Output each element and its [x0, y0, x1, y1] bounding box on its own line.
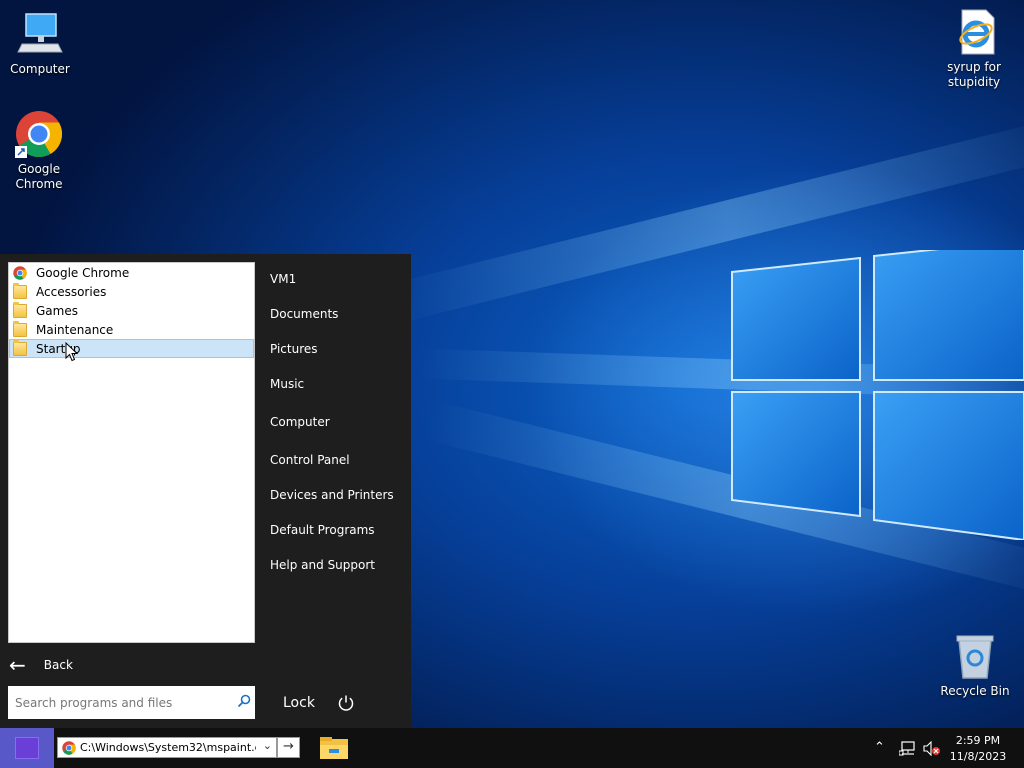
volume-muted-icon[interactable] — [923, 741, 941, 756]
chevron-down-icon[interactable]: ⌄ — [263, 739, 272, 752]
back-button[interactable]: ← Back — [8, 653, 255, 677]
search-icon[interactable] — [237, 694, 251, 708]
desktop-icon-recycle-bin[interactable]: Recycle Bin — [935, 632, 1015, 699]
computer-icon — [16, 10, 64, 58]
mouse-cursor-icon — [65, 342, 79, 362]
program-item-google-chrome[interactable]: Google Chrome — [9, 263, 254, 282]
folder-icon — [13, 282, 27, 299]
program-item-label: Games — [36, 303, 78, 318]
search-box — [8, 686, 255, 719]
start-menu: Google Chrome Accessories Games Maintena… — [0, 254, 411, 728]
folder-icon — [13, 320, 27, 337]
back-label: Back — [43, 658, 73, 672]
place-default-programs[interactable]: Default Programs — [270, 523, 375, 537]
place-devices-and-printers[interactable]: Devices and Printers — [270, 488, 394, 502]
program-item-label: Google Chrome — [36, 265, 130, 280]
place-documents[interactable]: Documents — [270, 307, 338, 321]
place-control-panel[interactable]: Control Panel — [270, 453, 350, 467]
program-list: Google Chrome Accessories Games Maintena… — [8, 262, 255, 643]
place-music[interactable]: Music — [270, 377, 304, 391]
place-pictures[interactable]: Pictures — [270, 342, 318, 356]
desktop-icon-label: syrup for stupidity — [947, 60, 1001, 89]
chrome-icon — [15, 110, 63, 158]
lock-button[interactable]: Lock — [283, 695, 315, 711]
program-item-label: Maintenance — [36, 322, 114, 337]
desktop-icon-label: Computer — [10, 62, 70, 76]
place-vm1[interactable]: VM1 — [270, 272, 296, 286]
address-toolbar[interactable]: C:\Windows\System32\mspaint.exe ⌄ — [57, 737, 277, 758]
chrome-icon — [62, 741, 76, 755]
program-item-label: Accessories — [36, 284, 107, 299]
desktop-icon-label: Google Chrome — [15, 162, 63, 191]
desktop-icon-syrup-for-stupidity[interactable]: syrup for stupidity — [934, 8, 1014, 90]
power-icon[interactable] — [337, 694, 355, 712]
internet-explorer-icon — [950, 8, 998, 56]
desktop-icon-google-chrome[interactable]: Google Chrome — [0, 110, 79, 192]
program-item-maintenance[interactable]: Maintenance — [9, 320, 254, 339]
clock[interactable]: 2:59 PM 11/8/2023 — [946, 733, 1010, 765]
recycle-bin-icon — [951, 632, 999, 680]
folder-icon — [13, 339, 27, 356]
program-item-games[interactable]: Games — [9, 301, 254, 320]
address-value[interactable]: C:\Windows\System32\mspaint.exe — [80, 741, 256, 754]
search-input[interactable] — [15, 695, 225, 710]
chrome-icon — [13, 265, 27, 280]
program-item-accessories[interactable]: Accessories — [9, 282, 254, 301]
taskbar: C:\Windows\System32\mspaint.exe ⌄ → ⌃ 2:… — [0, 728, 1024, 768]
program-item-startup[interactable]: Startup — [9, 339, 254, 358]
show-hidden-icons-icon[interactable]: ⌃ — [874, 740, 885, 755]
start-icon — [15, 737, 39, 759]
go-button[interactable]: → — [277, 737, 300, 758]
clock-time: 2:59 PM — [955, 734, 1001, 747]
file-explorer-icon[interactable] — [318, 735, 350, 761]
arrow-left-icon: ← — [9, 653, 26, 677]
places-column: VM1 Documents Pictures Music Computer Co… — [255, 254, 411, 674]
clock-date: 11/8/2023 — [949, 750, 1007, 763]
place-help-and-support[interactable]: Help and Support — [270, 558, 375, 572]
network-icon[interactable] — [899, 741, 917, 756]
folder-icon — [13, 301, 27, 318]
start-button[interactable] — [0, 728, 54, 768]
place-computer[interactable]: Computer — [270, 415, 330, 429]
desktop-icon-label: Recycle Bin — [940, 684, 1010, 698]
windows-logo — [731, 250, 1024, 540]
desktop-icon-computer[interactable]: Computer — [0, 10, 80, 77]
